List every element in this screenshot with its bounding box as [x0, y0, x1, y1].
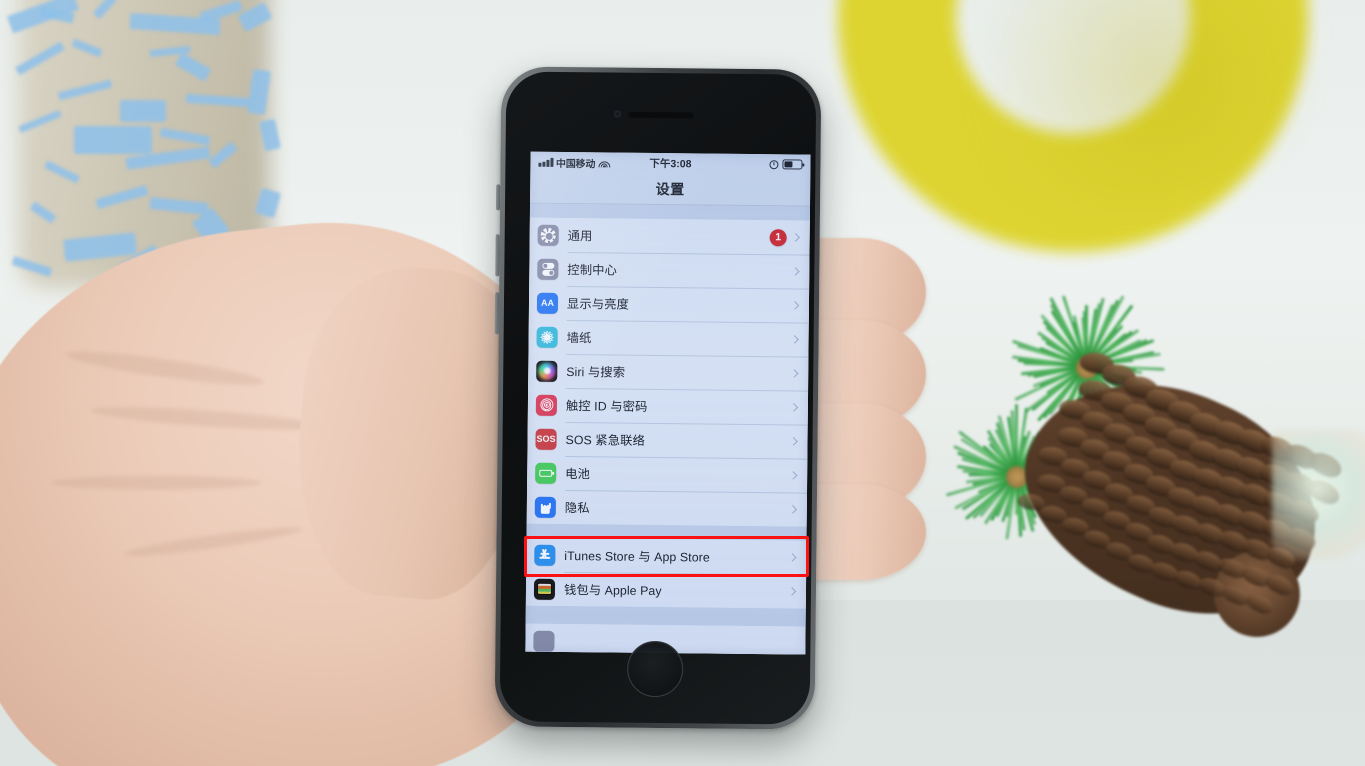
home-button[interactable]	[626, 640, 684, 698]
settings-row-label: 隐私	[564, 501, 590, 516]
siri-icon	[536, 360, 558, 382]
chevron-right-icon	[790, 369, 799, 378]
chevron-right-icon	[790, 335, 799, 344]
settings-row-label: Siri 与搜索	[566, 365, 626, 380]
chevron-right-icon	[791, 233, 800, 242]
settings-row[interactable]: 通用 1	[529, 217, 810, 255]
chevron-right-icon	[789, 437, 798, 446]
settings-row[interactable]: 墙纸	[528, 319, 809, 357]
volume-up-button[interactable]	[495, 234, 500, 277]
settings-row[interactable]: 隐私	[526, 489, 808, 527]
chevron-right-icon	[791, 267, 800, 276]
volume-down-button[interactable]	[494, 292, 500, 335]
settings-row[interactable]: 控制中心	[529, 251, 810, 289]
settings-row-label: 显示与亮度	[566, 297, 630, 312]
status-bar: 中国移动 下午3:08	[530, 151, 811, 175]
earpiece-speaker	[627, 110, 695, 119]
wallet-icon	[533, 578, 556, 600]
hand-fingers-right	[798, 238, 948, 610]
settings-row[interactable]: SOS SOS 紧急联络	[527, 421, 808, 459]
mute-switch[interactable]	[495, 184, 501, 211]
page-title: 设置	[655, 180, 685, 197]
alarm-clock-icon	[769, 159, 779, 169]
settings-row[interactable]: iTunes Store 与 App Store	[526, 537, 807, 575]
settings-row-label: 触控 ID 与密码	[565, 399, 648, 414]
settings-group-group-system: 通用 1 控制中心 AA 显示与亮度墙纸 Siri 与搜索触控 ID 与密码 SOS SOS …	[526, 217, 810, 527]
tinsel-decor	[1272, 430, 1365, 560]
settings-row-label: 通用	[567, 229, 593, 244]
settings-row-label: 电池	[565, 467, 591, 482]
control-center-icon	[537, 258, 559, 280]
display-brightness-icon: AA	[536, 292, 559, 314]
nav-bar: 设置	[530, 171, 811, 207]
settings-row[interactable]: AA 显示与亮度	[528, 285, 810, 323]
settings-row[interactable]: 电池	[527, 455, 808, 493]
screenshot-scene: 中国移动 下午3:08 设置 通用 1 控制中心 AA 显示与亮度墙纸 Siri 与搜索触…	[0, 0, 1365, 766]
sos-icon: SOS	[535, 428, 557, 450]
notification-badge: 1	[769, 228, 787, 246]
chevron-right-icon	[790, 301, 800, 310]
chevron-right-icon	[788, 471, 798, 480]
partial-app-icon	[533, 630, 555, 652]
settings-row[interactable]: Siri 与搜索	[528, 353, 809, 391]
settings-row-label: 钱包与 Apple Pay	[563, 583, 662, 599]
chevron-right-icon	[788, 553, 797, 562]
app-store-icon	[534, 544, 556, 566]
touch-id-icon	[535, 394, 558, 416]
chevron-right-icon	[789, 403, 799, 412]
wallpaper-icon	[536, 326, 558, 348]
settings-row-label: 墙纸	[566, 331, 592, 346]
settings-row-label: SOS 紧急联络	[565, 433, 645, 448]
gear-icon	[537, 224, 559, 246]
settings-row-label: 控制中心	[567, 263, 617, 278]
privacy-hand-icon	[534, 496, 556, 518]
settings-list[interactable]: 通用 1 控制中心 AA 显示与亮度墙纸 Siri 与搜索触控 ID 与密码 SOS SOS …	[525, 203, 811, 655]
settings-row[interactable]: 触控 ID 与密码	[527, 387, 809, 425]
battery-icon	[782, 159, 803, 170]
chevron-right-icon	[788, 505, 798, 514]
battery-icon	[535, 462, 557, 484]
settings-group-group-stores: iTunes Store 与 App Store 钱包与 Apple Pay	[525, 537, 807, 609]
settings-row[interactable]: 钱包与 Apple Pay	[525, 571, 807, 609]
phone-front-glass: 中国移动 下午3:08 设置 通用 1 控制中心 AA 显示与亮度墙纸 Siri 与搜索触…	[499, 71, 817, 725]
chevron-right-icon	[787, 587, 797, 596]
phone-screen[interactable]: 中国移动 下午3:08 设置 通用 1 控制中心 AA 显示与亮度墙纸 Siri 与搜索触…	[525, 151, 811, 655]
settings-row-label: iTunes Store 与 App Store	[564, 549, 710, 565]
iphone-device: 中国移动 下午3:08 设置 通用 1 控制中心 AA 显示与亮度墙纸 Siri 与搜索触…	[494, 66, 822, 730]
front-camera	[613, 110, 622, 118]
